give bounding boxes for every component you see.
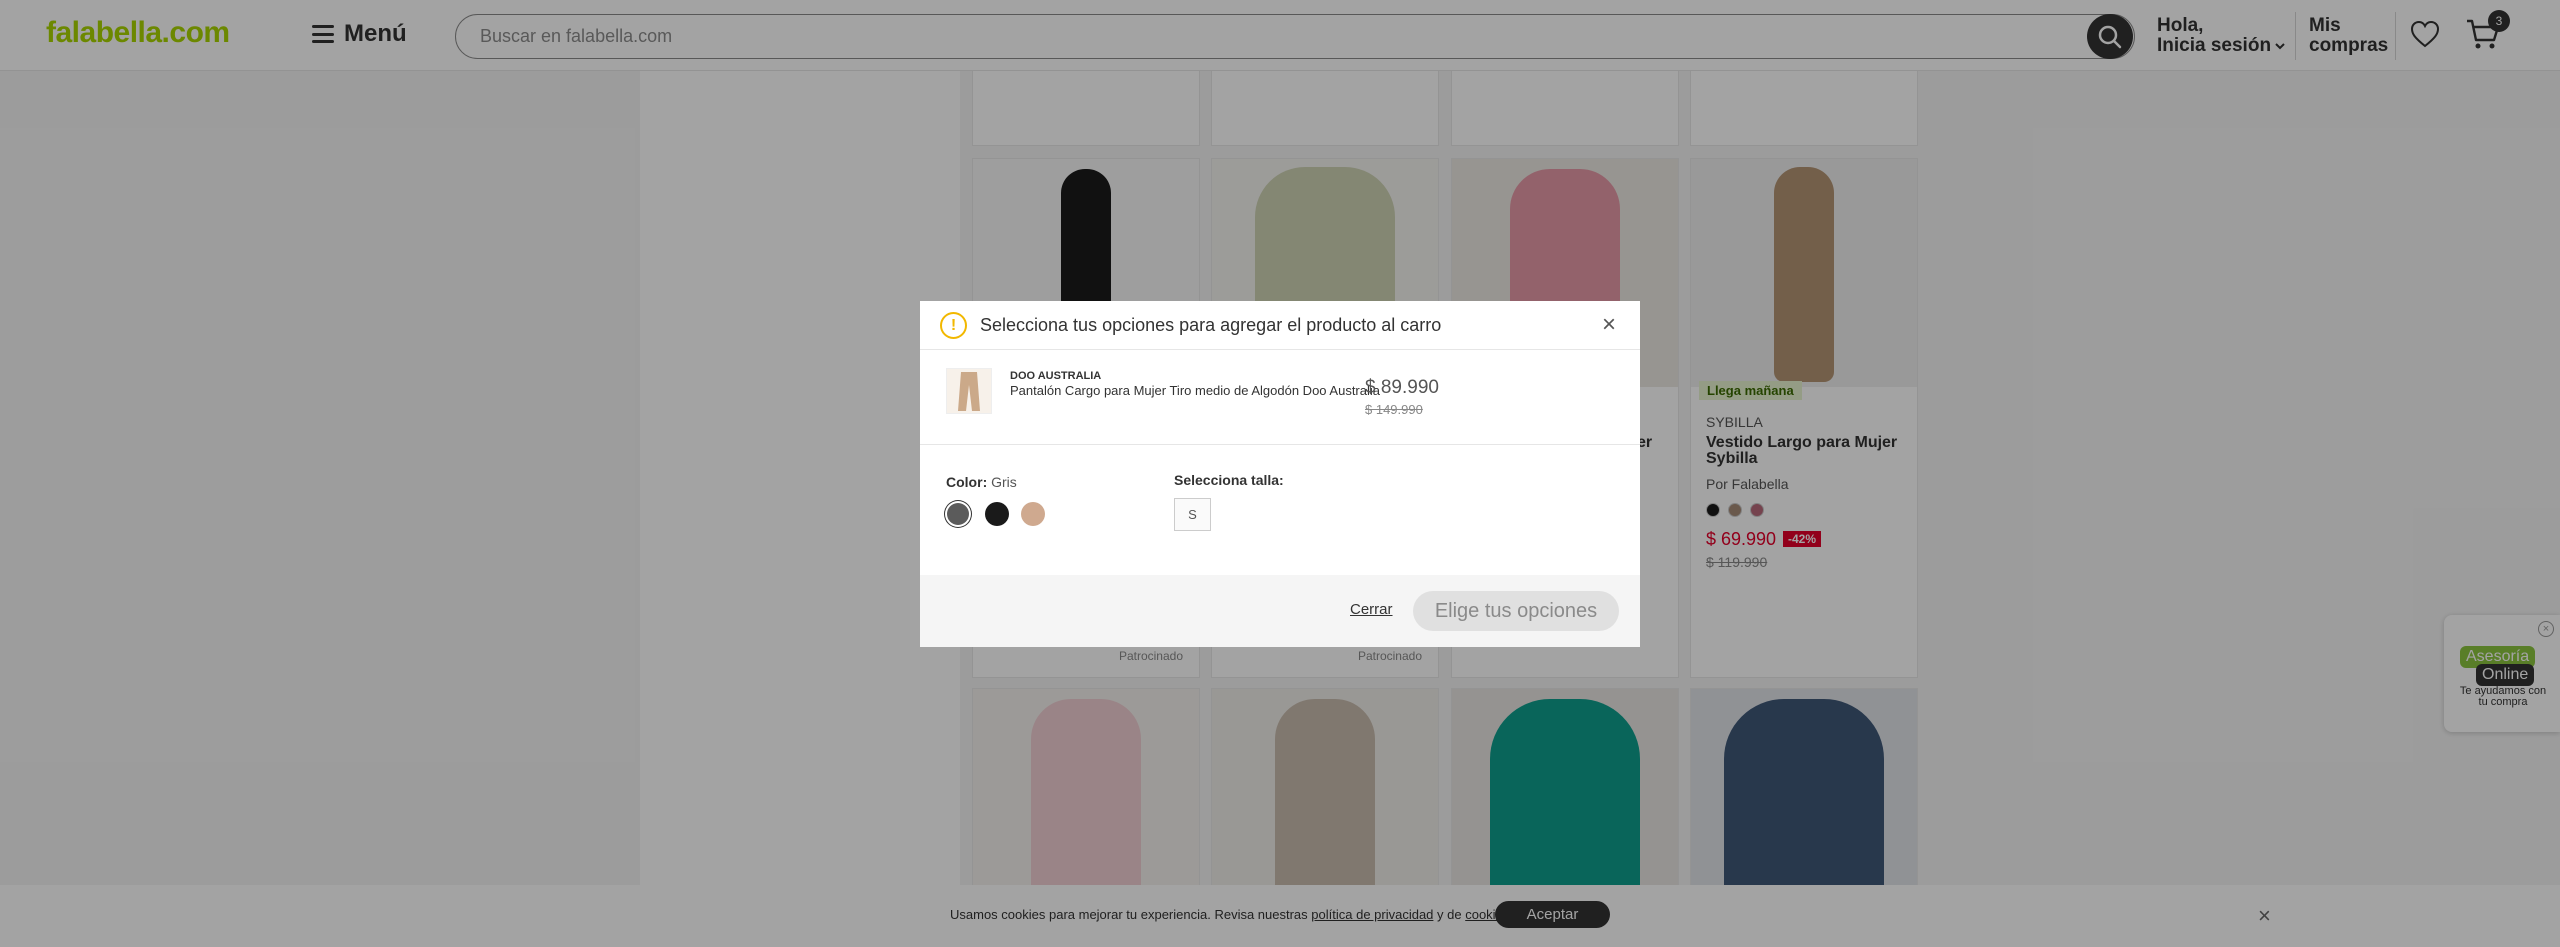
product-brand: DOO AUSTRALIA <box>1010 370 1102 382</box>
selected-color-value: Gris <box>991 474 1017 490</box>
product-old-price: $ 149.990 <box>1365 402 1423 417</box>
modal-footer: Cerrar Elige tus opciones <box>920 575 1640 647</box>
color-option-black[interactable] <box>985 502 1009 526</box>
product-thumbnail <box>946 368 992 414</box>
modal-title: Selecciona tus opciones para agregar el … <box>980 315 1442 335</box>
close-icon[interactable]: × <box>1602 311 1616 339</box>
cancel-link[interactable]: Cerrar <box>1350 601 1393 618</box>
color-label: Color: Gris <box>946 474 1017 490</box>
size-option-s[interactable]: S <box>1174 498 1211 531</box>
color-options <box>946 502 1045 526</box>
color-label-text: Color <box>946 474 983 490</box>
color-option-gris[interactable] <box>947 503 969 525</box>
product-name: Pantalón Cargo para Mujer Tiro medio de … <box>1010 383 1380 398</box>
modal-product-summary: DOO AUSTRALIA Pantalón Cargo para Mujer … <box>920 350 1640 445</box>
color-option-beige[interactable] <box>1021 502 1045 526</box>
choose-options-button[interactable]: Elige tus opciones <box>1413 591 1619 631</box>
select-options-modal: ! Selecciona tus opciones para agregar e… <box>920 301 1640 647</box>
warning-icon: ! <box>940 312 967 339</box>
product-price: $ 89.990 <box>1365 377 1439 398</box>
modal-header: ! Selecciona tus opciones para agregar e… <box>920 301 1640 350</box>
modal-options: Color: Gris Selecciona talla: S <box>920 445 1640 575</box>
size-label: Selecciona talla: <box>1174 472 1284 488</box>
